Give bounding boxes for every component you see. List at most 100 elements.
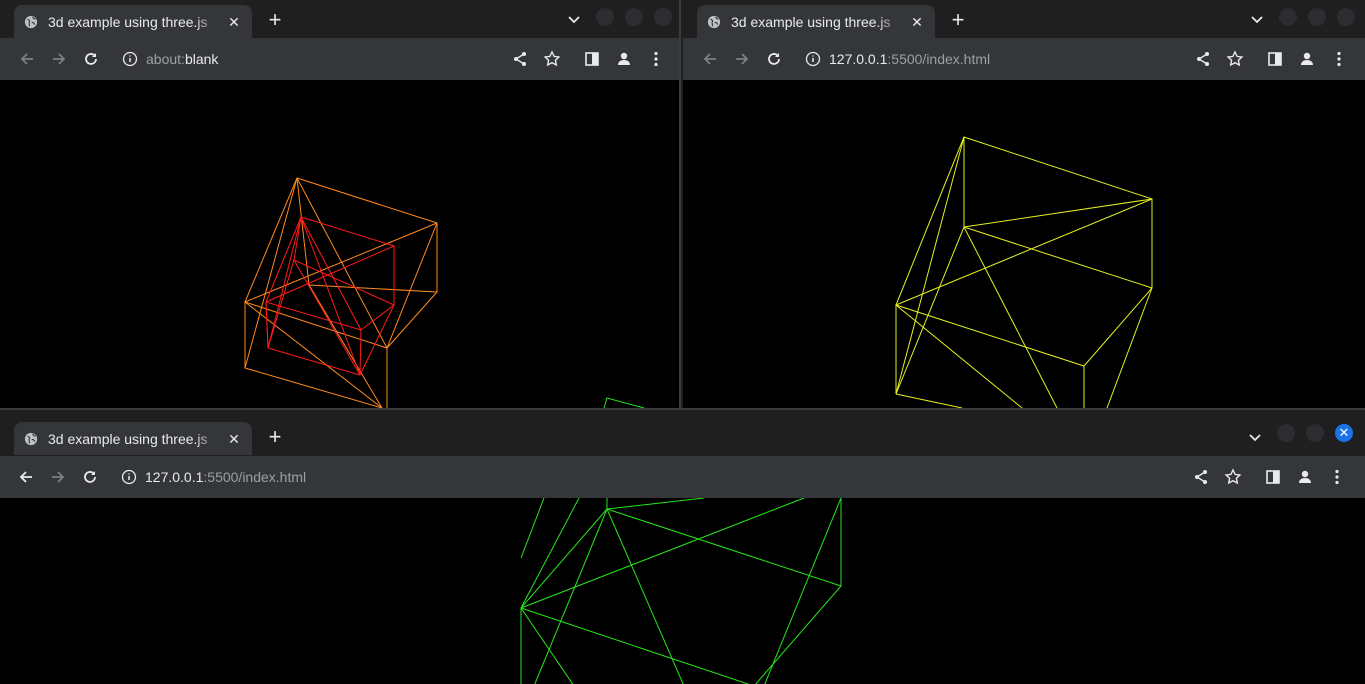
tab-strip: 3d example using three.js ✕ + ✕	[0, 410, 1365, 456]
maximize-button[interactable]	[1308, 8, 1326, 26]
close-window-button[interactable]	[1337, 8, 1355, 26]
cube-edge	[895, 304, 1023, 408]
globe-icon	[24, 15, 38, 28]
close-icon[interactable]: ✕	[226, 14, 242, 30]
minimize-button[interactable]	[1279, 8, 1297, 26]
address-bar[interactable]: about:blank	[122, 43, 218, 75]
url-text: 127.0.0.1:5500/index.html	[829, 51, 991, 67]
webgl-canvas[interactable]	[4, 498, 1365, 684]
toolbar: 127.0.0.1:5500/index.html	[0, 456, 1365, 498]
cube-edge	[267, 258, 361, 376]
star-icon[interactable]	[543, 50, 561, 68]
plus-icon[interactable]: +	[264, 426, 286, 449]
tab-title: 3d example using three.js	[48, 430, 208, 447]
arrow-right-icon[interactable]	[733, 50, 751, 68]
chevron-down-icon[interactable]	[567, 12, 581, 26]
cube-edge	[895, 198, 1153, 306]
close-icon[interactable]: ✕	[226, 431, 242, 447]
address-bar[interactable]: 127.0.0.1:5500/index.html	[121, 461, 306, 493]
cube-edge	[895, 393, 963, 408]
wireframe-scene	[895, 136, 1153, 408]
tab-strip: 3d example using three.js ✕ +	[683, 0, 1365, 38]
plus-icon[interactable]: +	[264, 9, 286, 32]
info-icon[interactable]	[805, 51, 821, 67]
cube-edge	[520, 607, 574, 684]
star-icon[interactable]	[1224, 468, 1242, 486]
tab-title: 3d example using three.js	[48, 13, 208, 30]
minimize-button[interactable]	[596, 8, 614, 26]
toolbar: 127.0.0.1:5500/index.html	[683, 38, 1365, 80]
cube-edge	[296, 177, 388, 349]
browser-window-top-right: 3d example using three.js ✕ + 127.0.0.1:…	[683, 0, 1365, 408]
kebab-menu-icon[interactable]	[1330, 50, 1348, 68]
share-icon[interactable]	[1192, 468, 1210, 486]
globe-icon	[24, 432, 38, 445]
cube-edge	[520, 508, 608, 684]
cube-edge	[520, 498, 545, 559]
share-icon[interactable]	[1194, 50, 1212, 68]
cube-edge	[534, 508, 608, 684]
browser-tab[interactable]: 3d example using three.js ✕	[14, 5, 252, 38]
tab-strip: 3d example using three.js ✕ +	[0, 0, 679, 38]
arrow-right-icon[interactable]	[50, 50, 68, 68]
side-panel-icon[interactable]	[1264, 468, 1282, 486]
kebab-menu-icon[interactable]	[1328, 468, 1346, 486]
wireframe-scene	[244, 177, 645, 408]
arrow-left-icon[interactable]	[18, 50, 36, 68]
webgl-canvas[interactable]	[4, 80, 679, 408]
share-icon[interactable]	[511, 50, 529, 68]
browser-window-bottom: 3d example using three.js ✕ + ✕ 127.0.0.…	[0, 408, 1365, 684]
cube-edge	[520, 607, 750, 684]
profile-icon[interactable]	[1296, 468, 1314, 486]
cube-edge	[895, 226, 965, 395]
cube-edge	[265, 216, 395, 349]
arrow-left-icon[interactable]	[17, 468, 35, 486]
reload-icon[interactable]	[82, 50, 100, 68]
reload-icon[interactable]	[765, 50, 783, 68]
profile-icon[interactable]	[1298, 50, 1316, 68]
wireframe-scene	[520, 498, 842, 684]
maximize-button[interactable]	[1306, 424, 1324, 442]
arrow-left-icon[interactable]	[701, 50, 719, 68]
cube-edge	[606, 508, 684, 684]
kebab-menu-icon[interactable]	[647, 50, 665, 68]
address-bar[interactable]: 127.0.0.1:5500/index.html	[805, 43, 990, 75]
star-icon[interactable]	[1226, 50, 1244, 68]
info-icon[interactable]	[122, 51, 138, 67]
plus-icon[interactable]: +	[947, 9, 969, 32]
cube-edge	[963, 198, 1153, 228]
profile-icon[interactable]	[615, 50, 633, 68]
close-icon[interactable]: ✕	[909, 14, 925, 30]
globe-icon	[707, 15, 721, 28]
url-text: about:blank	[146, 51, 219, 67]
chevron-down-icon[interactable]	[1248, 430, 1262, 444]
cube-edge	[244, 301, 383, 408]
browser-window-top-left: 3d example using three.js ✕ + about:blan…	[0, 0, 681, 408]
browser-tab[interactable]: 3d example using three.js ✕	[14, 422, 252, 455]
minimize-button[interactable]	[1277, 424, 1295, 442]
side-panel-icon[interactable]	[583, 50, 601, 68]
cube-edge	[520, 498, 805, 609]
webgl-canvas[interactable]	[687, 80, 1365, 408]
cube-edge	[1106, 287, 1153, 408]
maximize-button[interactable]	[625, 8, 643, 26]
cube-wireframe	[520, 498, 842, 684]
cube-edge	[603, 397, 645, 408]
reload-icon[interactable]	[81, 468, 99, 486]
cube-edge	[764, 498, 842, 684]
close-window-button[interactable]	[654, 8, 672, 26]
browser-tab[interactable]: 3d example using three.js ✕	[697, 5, 935, 38]
chevron-down-icon[interactable]	[1250, 12, 1264, 26]
close-window-button[interactable]: ✕	[1335, 424, 1353, 442]
cube-edge	[520, 498, 580, 609]
cube-edge	[606, 508, 842, 684]
info-icon[interactable]	[121, 469, 137, 485]
cube-wireframe	[895, 136, 1153, 408]
toolbar: about:blank	[0, 38, 679, 80]
url-text: 127.0.0.1:5500/index.html	[145, 469, 307, 485]
cube-edge	[963, 226, 1058, 408]
side-panel-icon[interactable]	[1266, 50, 1284, 68]
tab-title: 3d example using three.js	[731, 13, 891, 30]
arrow-right-icon[interactable]	[49, 468, 67, 486]
cube-edge	[895, 136, 965, 306]
